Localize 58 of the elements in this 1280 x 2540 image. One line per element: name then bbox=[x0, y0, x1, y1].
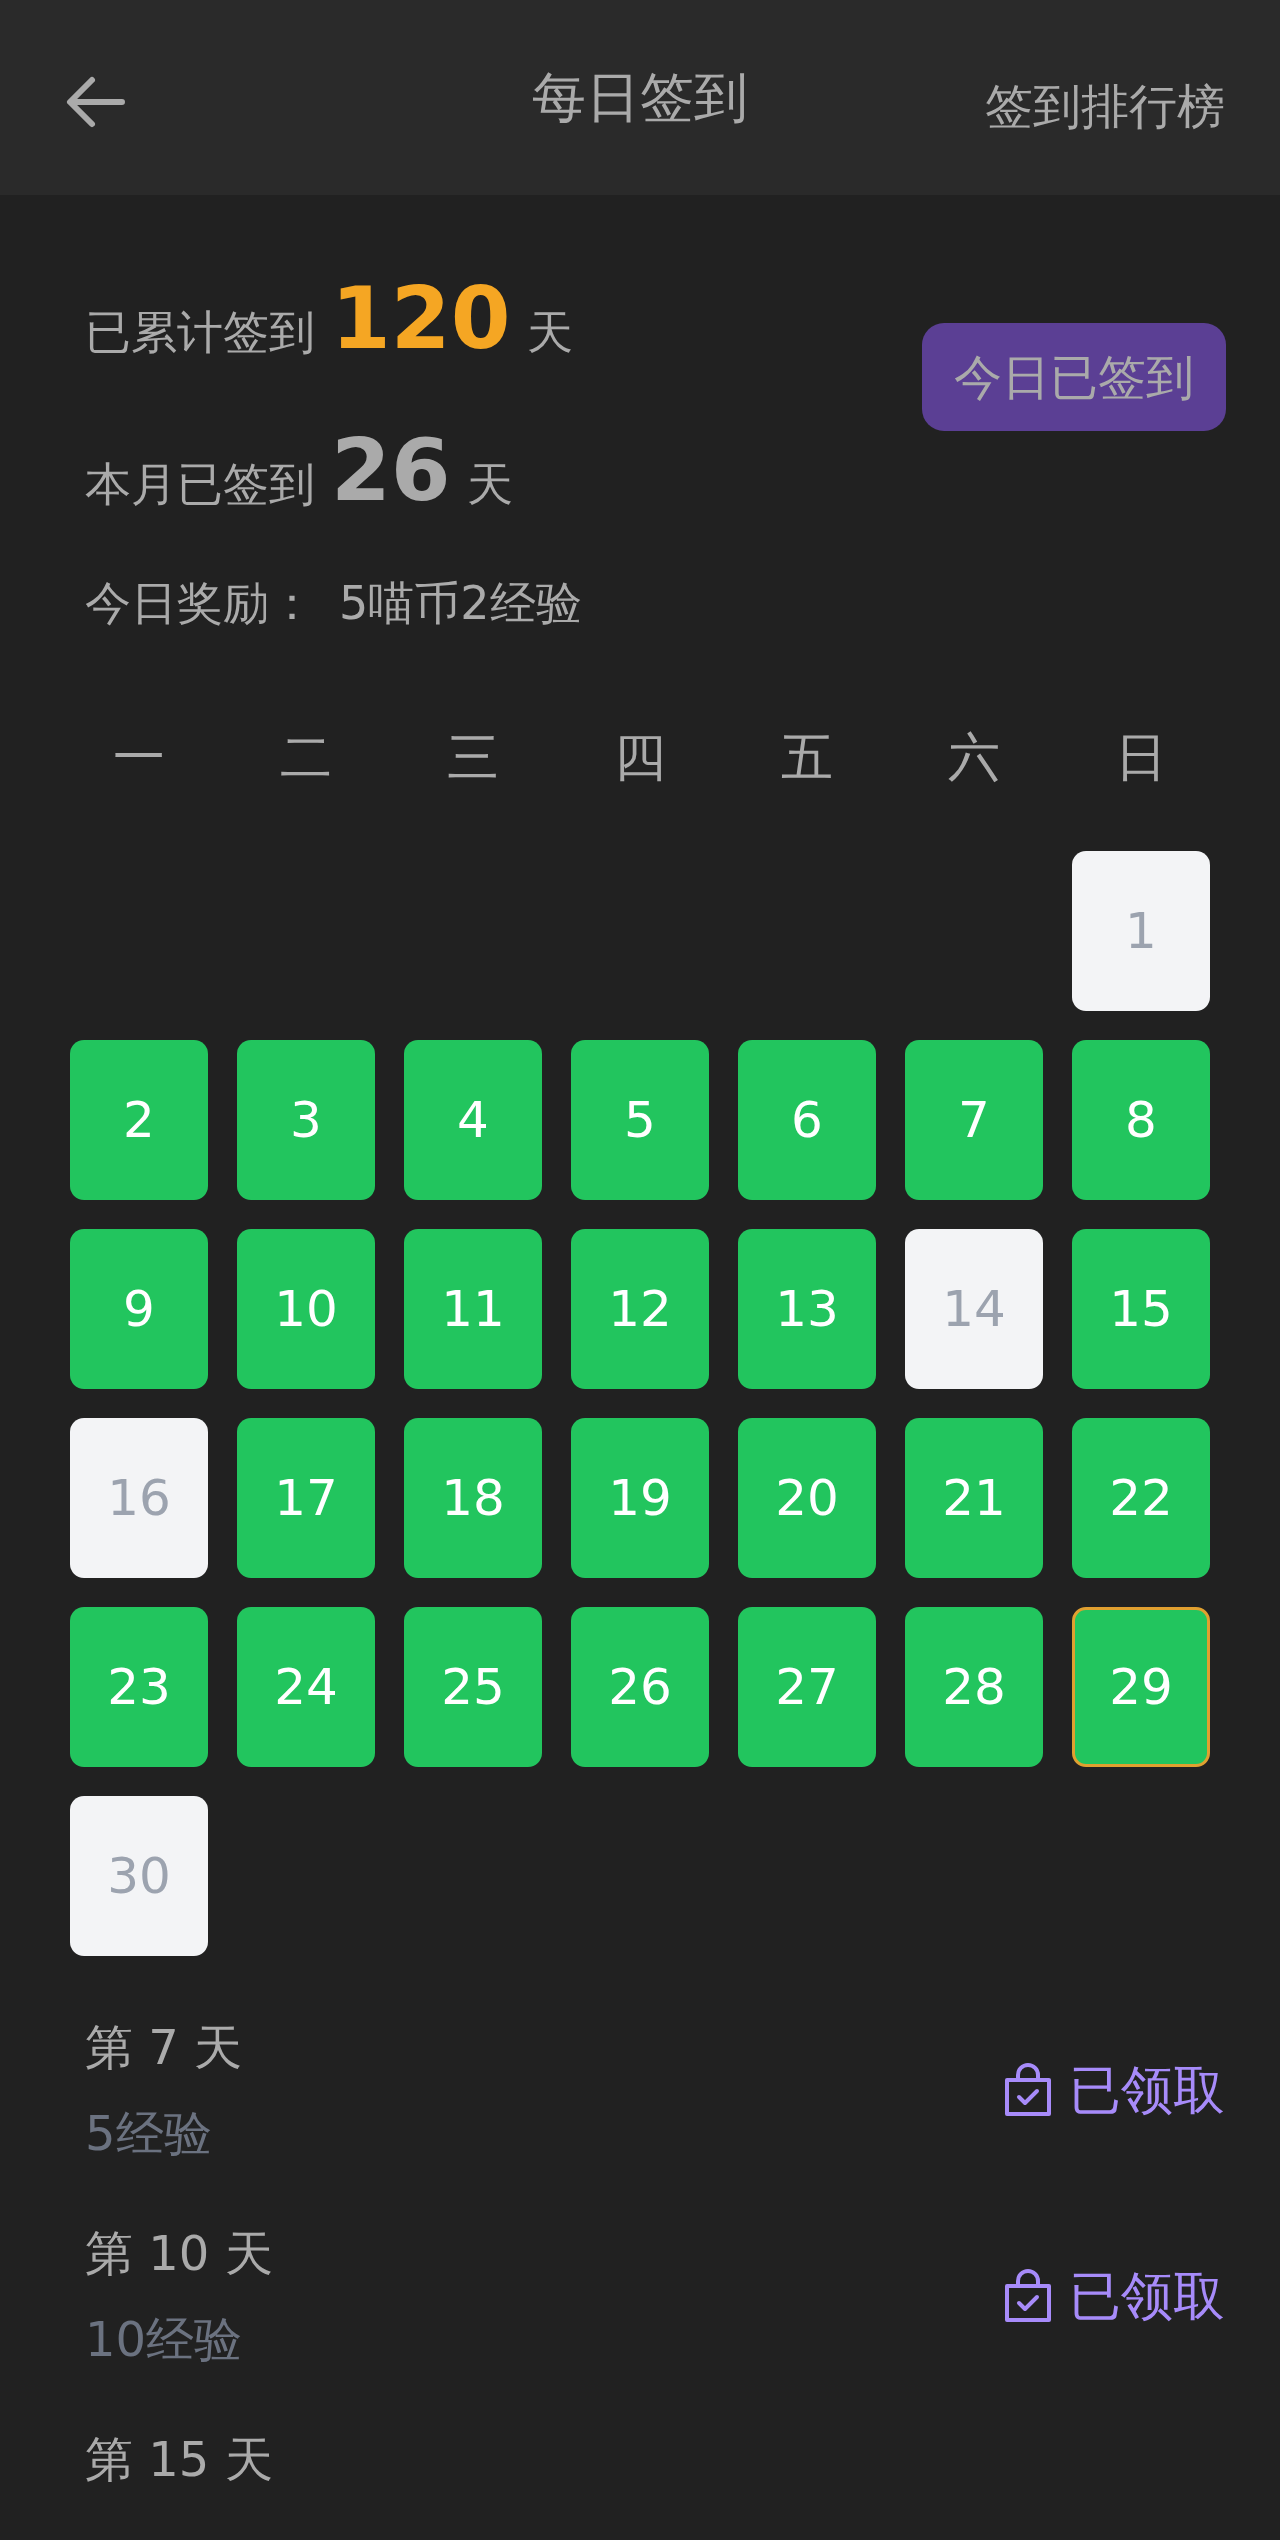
calendar-day[interactable]: 27 bbox=[738, 1607, 876, 1767]
calendar-day[interactable]: 13 bbox=[738, 1229, 876, 1389]
bag-check-icon bbox=[1003, 2268, 1053, 2324]
calendar-day[interactable]: 2 bbox=[70, 1040, 208, 1200]
calendar-day[interactable]: 30 bbox=[70, 1796, 208, 1956]
calendar-day[interactable]: 29 bbox=[1072, 1607, 1210, 1767]
calendar-day[interactable]: 21 bbox=[905, 1418, 1043, 1578]
milestone-title: 第 7 天 bbox=[85, 2018, 243, 2077]
stat-value: 26 bbox=[331, 427, 451, 513]
bag-check-icon bbox=[1003, 2062, 1053, 2118]
milestone-reward: 10经验 bbox=[85, 2310, 244, 2369]
calendar-day[interactable]: 16 bbox=[70, 1418, 208, 1578]
calendar-day[interactable]: 18 bbox=[404, 1418, 542, 1578]
claim-status[interactable]: 已领取 bbox=[1003, 2051, 1225, 2129]
stat-label: 本月已签到 bbox=[85, 456, 315, 513]
calendar-day[interactable]: 3 bbox=[237, 1040, 375, 1200]
calendar-day[interactable]: 22 bbox=[1072, 1418, 1210, 1578]
calendar-day[interactable]: 6 bbox=[738, 1040, 876, 1200]
milestone-reward: 5经验 bbox=[85, 2104, 213, 2163]
unit-label: 天 bbox=[466, 456, 513, 513]
leaderboard-link[interactable]: 签到排行榜 bbox=[985, 70, 1225, 142]
weekday-label: 一 bbox=[112, 726, 166, 789]
weekday-label: 六 bbox=[947, 726, 1001, 789]
calendar-day[interactable]: 8 bbox=[1072, 1040, 1210, 1200]
milestone-title: 第 15 天 bbox=[85, 2430, 273, 2489]
weekday-label: 二 bbox=[279, 726, 333, 789]
calendar-day[interactable]: 11 bbox=[404, 1229, 542, 1389]
calendar-day[interactable]: 17 bbox=[237, 1418, 375, 1578]
calendar-day[interactable]: 23 bbox=[70, 1607, 208, 1767]
unit-label: 天 bbox=[526, 304, 573, 361]
reward-label: 今日奖励： bbox=[85, 575, 315, 632]
weekday-label: 四 bbox=[613, 726, 667, 789]
calendar-day[interactable]: 5 bbox=[571, 1040, 709, 1200]
milestone-title: 第 10 天 bbox=[85, 2224, 273, 2283]
claim-status[interactable]: 已领取 bbox=[1003, 2257, 1225, 2335]
calendar-day[interactable]: 25 bbox=[404, 1607, 542, 1767]
weekday-label: 日 bbox=[1114, 726, 1168, 789]
calendar-day[interactable]: 9 bbox=[70, 1229, 208, 1389]
weekday-label: 五 bbox=[780, 726, 834, 789]
weekday-label: 三 bbox=[446, 726, 500, 789]
stat-label: 已累计签到 bbox=[85, 304, 315, 361]
sign-in-button[interactable]: 今日已签到 bbox=[922, 322, 1226, 431]
calendar-day[interactable]: 15 bbox=[1072, 1229, 1210, 1389]
reward-value: 5喵币2经验 bbox=[339, 575, 582, 632]
calendar-day[interactable]: 1 bbox=[1072, 851, 1210, 1011]
calendar-day[interactable]: 10 bbox=[237, 1229, 375, 1389]
calendar-day[interactable]: 24 bbox=[237, 1607, 375, 1767]
stat-value: 120 bbox=[331, 275, 511, 361]
calendar-day[interactable]: 20 bbox=[738, 1418, 876, 1578]
back-icon[interactable] bbox=[64, 74, 126, 130]
calendar-day[interactable]: 28 bbox=[905, 1607, 1043, 1767]
calendar-day[interactable]: 14 bbox=[905, 1229, 1043, 1389]
page-title: 每日签到 bbox=[532, 65, 748, 131]
calendar-day[interactable]: 26 bbox=[571, 1607, 709, 1767]
calendar-day[interactable]: 19 bbox=[571, 1418, 709, 1578]
calendar-day[interactable]: 7 bbox=[905, 1040, 1043, 1200]
calendar-day[interactable]: 4 bbox=[404, 1040, 542, 1200]
calendar-day[interactable]: 12 bbox=[571, 1229, 709, 1389]
